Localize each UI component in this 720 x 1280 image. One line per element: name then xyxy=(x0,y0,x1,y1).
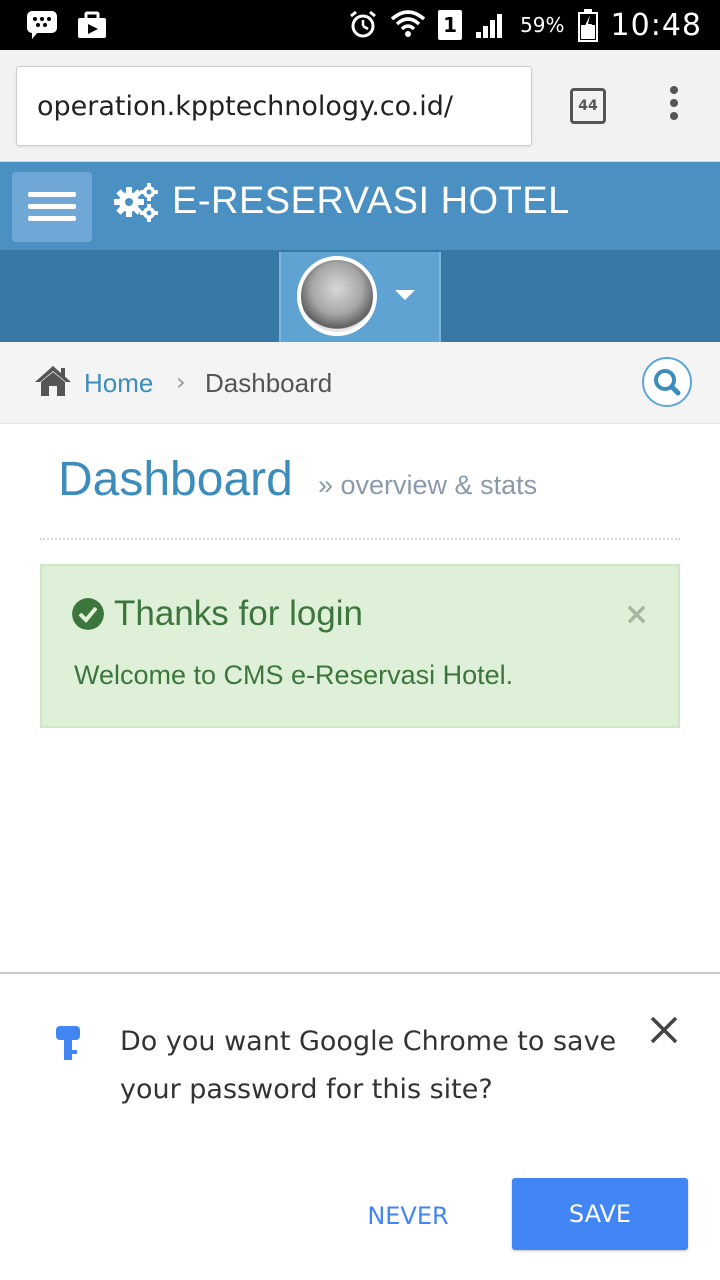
home-icon xyxy=(35,366,71,396)
success-alert: Thanks for login Welcome to CMS e-Reserv… xyxy=(40,564,680,728)
avatar xyxy=(297,256,377,336)
browser-toolbar: operation.kpptechnology.co.id/ 44 xyxy=(0,50,720,162)
save-password-prompt: Do you want Google Chrome to save your p… xyxy=(0,972,720,1280)
user-menu-button[interactable] xyxy=(279,252,441,342)
brand[interactable]: E-RESERVASI HOTEL xyxy=(114,180,570,223)
check-circle-icon xyxy=(72,598,104,630)
battery-icon xyxy=(577,9,598,42)
status-bar: 1 59% 10:48 xyxy=(0,0,720,50)
caret-down-icon xyxy=(395,290,415,300)
sim-icon: 1 xyxy=(438,10,463,40)
url-text[interactable]: operation.kpptechnology.co.id/ xyxy=(37,91,517,122)
clock: 10:48 xyxy=(610,7,702,43)
alert-title: Thanks for login xyxy=(114,594,364,633)
close-icon[interactable] xyxy=(646,1012,682,1048)
save-button[interactable]: SAVE xyxy=(512,1178,688,1250)
page-title: Dashboard xyxy=(58,453,293,506)
alert-message: Welcome to CMS e-Reservasi Hotel. xyxy=(74,660,514,690)
signal-icon xyxy=(476,14,503,38)
brand-title: E-RESERVASI HOTEL xyxy=(172,180,570,222)
address-bar[interactable]: operation.kpptechnology.co.id/ xyxy=(16,66,532,146)
gears-icon xyxy=(114,182,158,222)
breadcrumb-home-link[interactable]: Home xyxy=(84,368,153,399)
search-icon xyxy=(654,369,681,396)
breadcrumb-current: Dashboard xyxy=(205,368,333,398)
wifi-icon xyxy=(390,10,426,37)
breadcrumb-separator: › xyxy=(176,368,186,396)
key-icon xyxy=(56,1026,80,1060)
save-password-question: Do you want Google Chrome to save your p… xyxy=(120,1026,617,1105)
alert-close-icon[interactable]: × xyxy=(624,600,649,630)
hamburger-icon[interactable] xyxy=(12,172,92,242)
page-subtitle: » overview & stats xyxy=(318,470,538,500)
tabs-icon[interactable]: 44 xyxy=(570,88,606,124)
search-button[interactable] xyxy=(642,357,692,407)
never-button[interactable]: NEVER xyxy=(346,1186,470,1246)
title-divider xyxy=(40,538,680,540)
breadcrumb: Home › Dashboard xyxy=(0,342,720,424)
app-header: E-RESERVASI HOTEL xyxy=(0,162,720,250)
alarm-icon xyxy=(350,10,377,38)
bbm-icon xyxy=(27,11,57,39)
user-bar xyxy=(0,250,720,342)
overflow-menu-icon[interactable] xyxy=(664,86,684,126)
battery-percent: 59% xyxy=(520,13,565,37)
briefcase-icon xyxy=(78,11,106,38)
